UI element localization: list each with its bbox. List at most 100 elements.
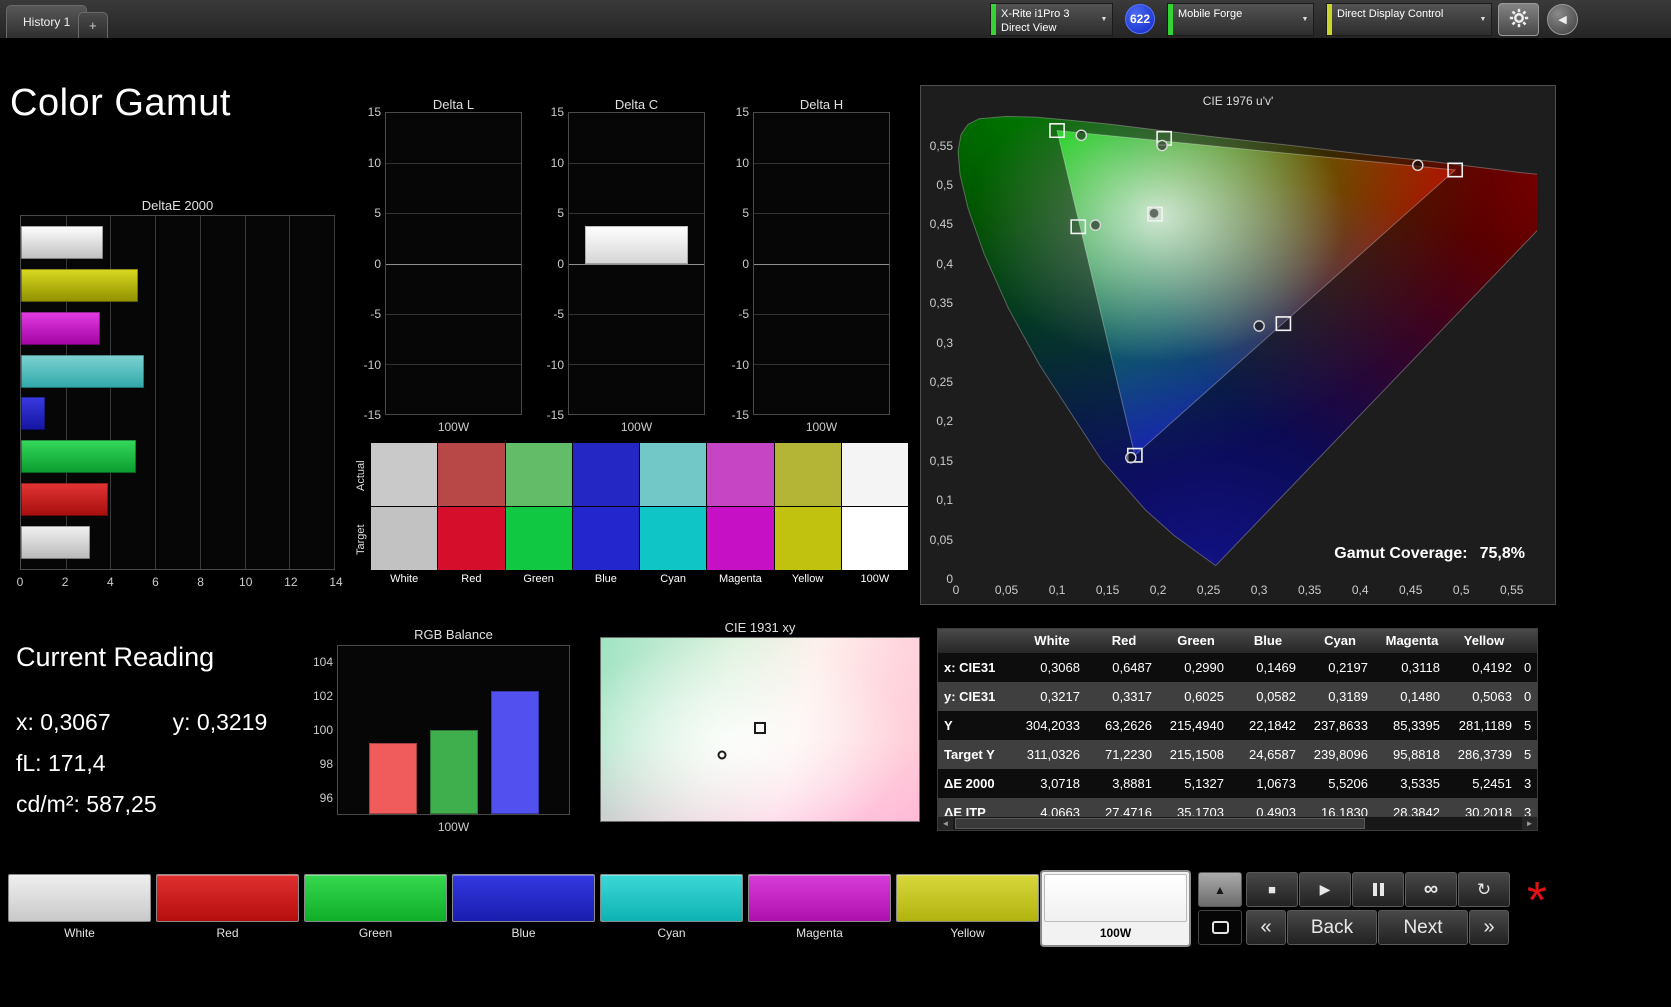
patch-button-red[interactable]: Red <box>154 872 301 945</box>
x-tick: 0,5 <box>1452 583 1470 597</box>
continuous-read-button[interactable]: ∞ <box>1405 872 1457 907</box>
patch-button-cyan[interactable]: Cyan <box>598 872 745 945</box>
chevron-down-icon[interactable]: ▼ <box>1475 4 1491 35</box>
gridline <box>569 363 704 365</box>
x-tick: 0,25 <box>1196 583 1221 597</box>
swatch-label: Green <box>523 573 554 585</box>
swatch-column-blue: Blue <box>572 443 639 585</box>
patch-swatch <box>452 874 595 922</box>
table-horizontal-scrollbar[interactable]: ◄ ► <box>937 816 1538 831</box>
patch-label: Green <box>358 926 393 940</box>
patch-button-green[interactable]: Green <box>302 872 449 945</box>
chevron-down-icon[interactable]: ▼ <box>1297 4 1313 35</box>
gamut-coverage-value: 75,8% <box>1479 545 1525 562</box>
y-tick: 15 <box>735 105 749 119</box>
x-tick: 0 <box>952 583 960 597</box>
table-row: y: CIE31 0,3217 0,3317 0,6025 0,0582 0,3189 0,… <box>938 682 1537 711</box>
swatch-label: 100W <box>860 573 890 585</box>
cell: 85,3395 <box>1393 718 1440 733</box>
meter-selector[interactable]: X-Rite i1Pro 3 Direct View ▼ <box>990 3 1113 36</box>
cell: 3,5335 <box>1400 776 1440 791</box>
y-tick: 15 <box>367 105 381 119</box>
rgb-balance-x-label: 100W <box>437 820 470 834</box>
y-tick: 10 <box>735 155 749 170</box>
pause-button[interactable] <box>1352 872 1404 907</box>
patch-label: Yellow <box>950 926 985 940</box>
delta-h-title: Delta H <box>799 97 844 112</box>
deltae-bar-green <box>21 440 136 474</box>
y-tick: 0,4 <box>936 256 953 271</box>
x-tick: 0,35 <box>1297 583 1322 597</box>
actual-swatch <box>640 443 707 506</box>
actual-swatch <box>505 443 572 506</box>
calman-calibration-app: History 1 + X-Rite i1Pro 3 Direct View ▼… <box>0 0 1671 1007</box>
cell: 0,0582 <box>1256 689 1296 704</box>
scrollbar-track[interactable] <box>953 817 1522 830</box>
stop-button[interactable]: ■ <box>1246 872 1298 907</box>
patch-button-100w[interactable]: 100W <box>1042 872 1189 945</box>
back-button[interactable]: Back <box>1287 910 1377 945</box>
cell: 24,6587 <box>1249 747 1296 762</box>
swatch-columns: White Red Green Blue Cyan Magenta Yellow 100W <box>371 443 908 585</box>
rgb-bar-blue <box>490 691 539 814</box>
stop-measurement-button[interactable]: * <box>1514 872 1560 945</box>
play-button[interactable]: ▶ <box>1299 872 1351 907</box>
scroll-up-button[interactable]: ▲ <box>1198 872 1242 907</box>
reading-x: x: 0,3067 <box>16 709 111 735</box>
display-control-selector[interactable]: Direct Display Control ▼ <box>1326 3 1492 36</box>
patch-button-magenta[interactable]: Magenta <box>746 872 893 945</box>
settings-button[interactable] <box>1498 3 1539 36</box>
scrollbar-thumb[interactable] <box>955 818 1365 829</box>
y-tick: 104 <box>312 655 333 669</box>
deltae-bar-red <box>21 483 108 517</box>
deltae-bar-blue <box>21 397 45 431</box>
patch-swatch <box>8 874 151 922</box>
y-tick: -5 <box>370 307 381 321</box>
cell: 0,6487 <box>1112 660 1152 675</box>
loop-button[interactable]: ↻ <box>1458 872 1510 907</box>
patch-button-yellow[interactable]: Yellow <box>894 872 1041 945</box>
chevron-down-icon[interactable]: ▼ <box>1096 4 1112 35</box>
next-chevron-button[interactable]: » <box>1469 910 1509 945</box>
next-button[interactable]: Next <box>1378 910 1468 945</box>
column-header-white: White <box>1034 633 1070 648</box>
cell: 281,1189 <box>1458 718 1512 733</box>
cell: 0,2197 <box>1328 660 1368 675</box>
deltae-bar-yellow <box>21 268 139 302</box>
blank-screen-button[interactable] <box>1198 910 1242 945</box>
meter-name: X-Rite i1Pro 3 <box>1001 8 1070 20</box>
measured-marker-white <box>717 750 727 760</box>
patch-button-blue[interactable]: Blue <box>450 872 597 945</box>
cell-clipped: 0 <box>1524 689 1532 704</box>
cell-clipped: 0 <box>1524 660 1532 675</box>
patch-swatch <box>748 874 891 922</box>
bar-group <box>21 216 334 569</box>
scroll-left-arrow[interactable]: ◄ <box>938 817 953 830</box>
y-tick: 100 <box>312 723 333 737</box>
cie1976-title: CIE 1976 u'v' <box>1202 94 1274 108</box>
source-selector[interactable]: Mobile Forge ▼ <box>1167 3 1314 36</box>
measured-marker-red <box>1413 160 1423 170</box>
patch-swatch <box>156 874 299 922</box>
gridline <box>754 313 889 315</box>
scroll-right-arrow[interactable]: ► <box>1522 817 1537 830</box>
cell: 3,0718 <box>1040 776 1080 791</box>
swatch-label: Red <box>461 573 482 585</box>
actual-swatch <box>707 443 774 506</box>
patch-button-white[interactable]: White <box>6 872 153 945</box>
collapse-panel-button[interactable]: ◀ <box>1547 4 1578 35</box>
y-tick: 0,2 <box>936 414 953 429</box>
deltae2000-title: DeltaE 2000 <box>141 198 214 213</box>
y-tick: -15 <box>731 408 749 422</box>
add-tab-button[interactable]: + <box>78 12 108 38</box>
patch-swatch <box>1044 874 1187 922</box>
delta-c-y-axis: 15 10 5 0 -5 -10 -15 <box>538 105 564 422</box>
chevron-left-icon: ◀ <box>1558 14 1567 26</box>
back-chevron-button[interactable]: « <box>1246 910 1286 945</box>
row-header: Y <box>944 718 953 733</box>
gridline <box>754 363 889 365</box>
y-tick: -10 <box>546 357 564 372</box>
deltae2000-chart <box>20 215 335 570</box>
column-header-blue: Blue <box>1253 633 1283 648</box>
tab-history-1[interactable]: History 1 <box>6 5 88 38</box>
